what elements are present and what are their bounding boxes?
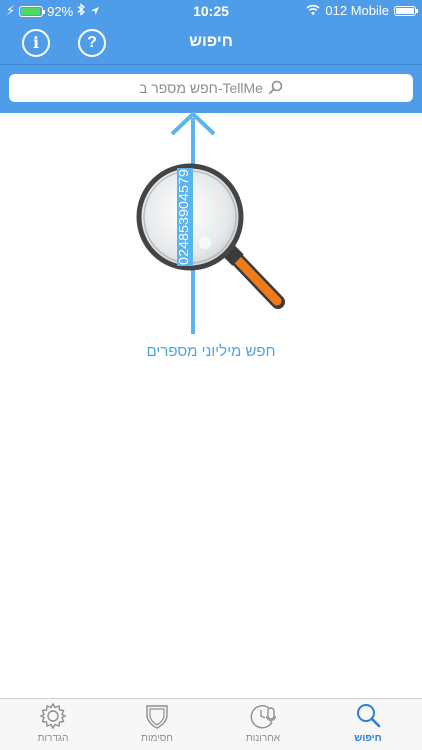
- shield-icon: [146, 705, 168, 729]
- tab-label: אחרונות: [245, 733, 281, 744]
- tab-label: הגדרות: [37, 733, 69, 744]
- magnifier-handle: [222, 244, 285, 309]
- search-placeholder: חפש מספר ב-TellMe: [139, 80, 263, 96]
- battery-full-icon: [394, 5, 418, 16]
- search-bar-container: חפש מספר ב-TellMe: [0, 64, 422, 113]
- tab-label: חיפוש: [354, 733, 382, 744]
- tab-search[interactable]: חיפוש: [328, 702, 408, 750]
- magnifier-icon: [357, 704, 381, 728]
- tab-settings[interactable]: הגדרות: [13, 702, 93, 750]
- tab-blocks[interactable]: חסימות: [117, 702, 197, 750]
- magnifier-number-graphic: 024853904579: [136, 111, 285, 334]
- tab-bar: הגדרות חסימות אחרונות חיפוש: [0, 698, 422, 750]
- clock-mic-icon: [250, 705, 277, 729]
- tab-label: חסימות: [141, 733, 173, 744]
- promo-text: חפש מיליוני מספרים: [146, 343, 276, 360]
- search-icon: [269, 80, 283, 97]
- navigation-bar: i ? חיפוש: [0, 22, 422, 64]
- wifi-icon: [306, 3, 320, 18]
- gear-icon: [39, 702, 67, 730]
- page-title: חיפוש: [189, 33, 233, 50]
- carrier-name: 012 Mobile: [325, 3, 389, 18]
- tab-recents[interactable]: אחרונות: [223, 702, 303, 750]
- status-right: 012 Mobile: [306, 3, 418, 18]
- status-bar: ⚡ 92% 10:25 012 Mobile: [0, 0, 422, 22]
- number-strip-text: 024853904579: [177, 169, 191, 265]
- search-input[interactable]: חפש מספר ב-TellMe: [9, 74, 413, 102]
- search-illustration: 024853904579: [0, 111, 422, 342]
